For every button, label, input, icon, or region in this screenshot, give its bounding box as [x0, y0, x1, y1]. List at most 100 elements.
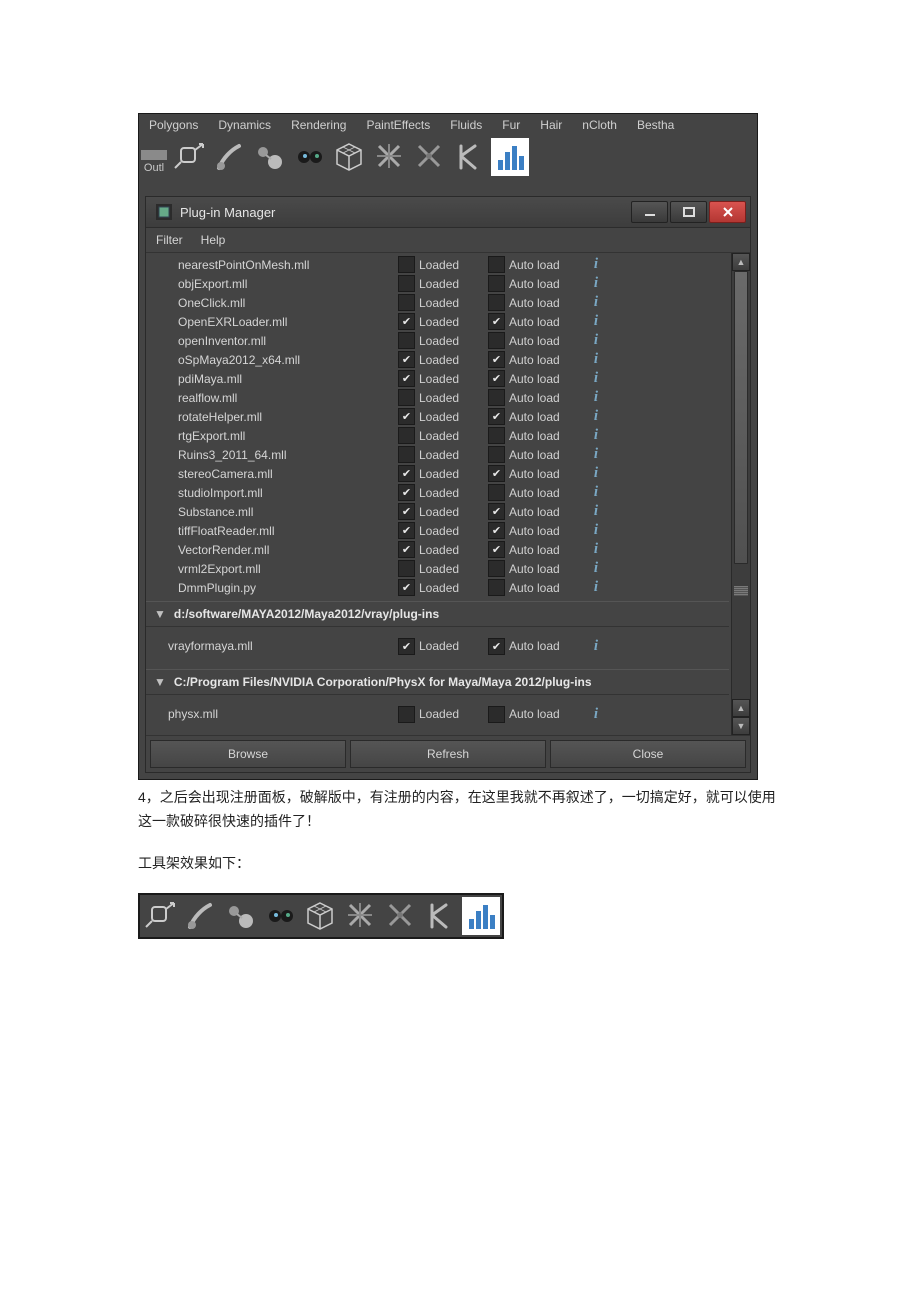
cross-b-icon[interactable]: [382, 897, 420, 935]
loaded-checkbox[interactable]: [398, 275, 415, 292]
browse-button[interactable]: Browse: [150, 740, 346, 768]
shelf-tab-polygons[interactable]: Polygons: [139, 114, 208, 135]
transform-icon[interactable]: [142, 897, 180, 935]
info-icon[interactable]: i: [588, 427, 604, 444]
loaded-checkbox[interactable]: ✔: [398, 370, 415, 387]
shelf-tab-fluids[interactable]: Fluids: [440, 114, 492, 135]
loaded-checkbox[interactable]: ✔: [398, 503, 415, 520]
loaded-checkbox[interactable]: ✔: [398, 522, 415, 539]
autoload-checkbox[interactable]: [488, 275, 505, 292]
autoload-checkbox[interactable]: ✔: [488, 351, 505, 368]
autoload-checkbox[interactable]: ✔: [488, 465, 505, 482]
info-icon[interactable]: i: [588, 332, 604, 349]
cross-b-icon[interactable]: [411, 138, 449, 176]
brush-icon[interactable]: [182, 897, 220, 935]
info-icon[interactable]: i: [588, 503, 604, 520]
loaded-checkbox[interactable]: ✔: [398, 484, 415, 501]
window-minimize-button[interactable]: [631, 201, 668, 223]
autoload-checkbox[interactable]: ✔: [488, 503, 505, 520]
autoload-checkbox[interactable]: ✔: [488, 313, 505, 330]
autoload-checkbox[interactable]: [488, 446, 505, 463]
info-icon[interactable]: i: [588, 465, 604, 482]
autoload-checkbox[interactable]: [488, 294, 505, 311]
k-icon[interactable]: [451, 138, 489, 176]
balls-icon[interactable]: [251, 138, 289, 176]
scrollbar-thumb[interactable]: [734, 271, 748, 564]
info-icon[interactable]: i: [588, 522, 604, 539]
autoload-checkbox[interactable]: [488, 484, 505, 501]
info-icon[interactable]: i: [588, 484, 604, 501]
refresh-button[interactable]: Refresh: [350, 740, 546, 768]
autoload-checkbox[interactable]: ✔: [488, 541, 505, 558]
info-icon[interactable]: i: [588, 389, 604, 406]
shelf-tab-dynamics[interactable]: Dynamics: [208, 114, 281, 135]
wireframe-cube-icon[interactable]: [331, 138, 369, 176]
info-icon[interactable]: i: [588, 638, 604, 655]
shelf-tab-ncloth[interactable]: nCloth: [572, 114, 627, 135]
bars-icon[interactable]: [491, 138, 529, 176]
scrollbar-up-button-2[interactable]: ▲: [732, 699, 750, 717]
loaded-checkbox[interactable]: [398, 427, 415, 444]
balls-icon[interactable]: [222, 897, 260, 935]
scrollbar-up-button[interactable]: ▲: [732, 253, 750, 271]
loaded-checkbox[interactable]: ✔: [398, 465, 415, 482]
autoload-checkbox[interactable]: [488, 706, 505, 723]
info-icon[interactable]: i: [588, 541, 604, 558]
brush-icon[interactable]: [211, 138, 249, 176]
info-icon[interactable]: i: [588, 446, 604, 463]
window-close-button[interactable]: [709, 201, 746, 223]
eyes-icon[interactable]: [291, 138, 329, 176]
scrollbar[interactable]: ▲ ▲ ▼: [731, 253, 750, 735]
autoload-checkbox[interactable]: [488, 256, 505, 273]
window-maximize-button[interactable]: [670, 201, 707, 223]
shelf-tab-fur[interactable]: Fur: [492, 114, 530, 135]
loaded-checkbox[interactable]: ✔: [398, 579, 415, 596]
shelf-tab-painteffects[interactable]: PaintEffects: [356, 114, 440, 135]
loaded-checkbox[interactable]: [398, 256, 415, 273]
close-button[interactable]: Close: [550, 740, 746, 768]
info-icon[interactable]: i: [588, 706, 604, 723]
info-icon[interactable]: i: [588, 351, 604, 368]
info-icon[interactable]: i: [588, 560, 604, 577]
info-icon[interactable]: i: [588, 313, 604, 330]
window-titlebar[interactable]: Plug-in Manager: [146, 197, 750, 228]
loaded-checkbox[interactable]: ✔: [398, 313, 415, 330]
loaded-checkbox[interactable]: ✔: [398, 638, 415, 655]
autoload-checkbox[interactable]: ✔: [488, 638, 505, 655]
scrollbar-track[interactable]: [732, 271, 750, 699]
loaded-checkbox[interactable]: ✔: [398, 408, 415, 425]
autoload-checkbox[interactable]: ✔: [488, 522, 505, 539]
loaded-checkbox[interactable]: [398, 332, 415, 349]
k-icon[interactable]: [422, 897, 460, 935]
autoload-checkbox[interactable]: [488, 560, 505, 577]
loaded-checkbox[interactable]: ✔: [398, 351, 415, 368]
cross-a-icon[interactable]: [342, 897, 380, 935]
cross-a-icon[interactable]: [371, 138, 409, 176]
autoload-checkbox[interactable]: [488, 427, 505, 444]
autoload-checkbox[interactable]: [488, 579, 505, 596]
info-icon[interactable]: i: [588, 294, 604, 311]
info-icon[interactable]: i: [588, 408, 604, 425]
loaded-checkbox[interactable]: ✔: [398, 541, 415, 558]
menu-filter[interactable]: Filter: [156, 233, 183, 247]
autoload-checkbox[interactable]: [488, 332, 505, 349]
info-icon[interactable]: i: [588, 275, 604, 292]
info-icon[interactable]: i: [588, 370, 604, 387]
loaded-checkbox[interactable]: [398, 446, 415, 463]
menu-help[interactable]: Help: [201, 233, 226, 247]
outliner-toggle[interactable]: Outl: [141, 150, 169, 176]
info-icon[interactable]: i: [588, 579, 604, 596]
autoload-checkbox[interactable]: ✔: [488, 370, 505, 387]
loaded-checkbox[interactable]: [398, 389, 415, 406]
shelf-tab-rendering[interactable]: Rendering: [281, 114, 356, 135]
scrollbar-down-button[interactable]: ▼: [732, 717, 750, 735]
shelf-tab-hair[interactable]: Hair: [530, 114, 572, 135]
bars-icon[interactable]: [462, 897, 500, 935]
transform-icon[interactable]: [171, 138, 209, 176]
plugin-section-header[interactable]: ▼C:/Program Files/NVIDIA Corporation/Phy…: [146, 669, 729, 695]
loaded-checkbox[interactable]: [398, 560, 415, 577]
info-icon[interactable]: i: [588, 256, 604, 273]
autoload-checkbox[interactable]: [488, 389, 505, 406]
autoload-checkbox[interactable]: ✔: [488, 408, 505, 425]
loaded-checkbox[interactable]: [398, 706, 415, 723]
